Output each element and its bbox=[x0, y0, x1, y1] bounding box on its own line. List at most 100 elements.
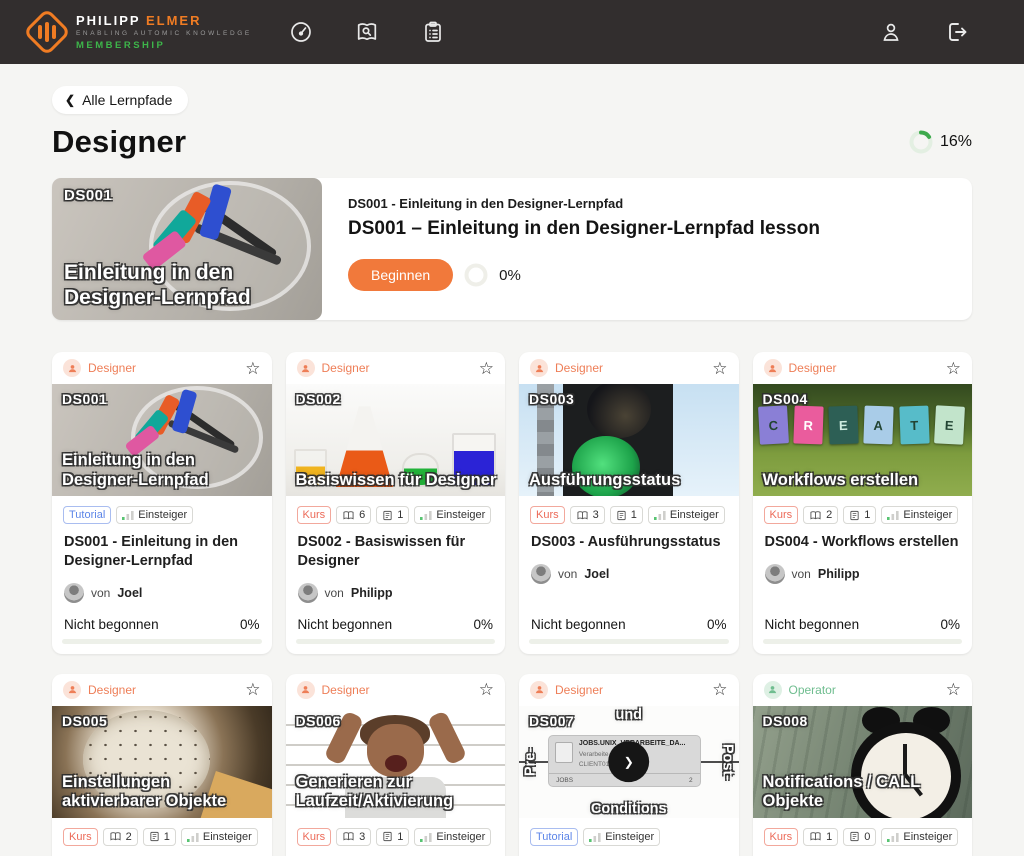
featured-title: DS001 – Einleitung in den Designer-Lernp… bbox=[348, 218, 946, 240]
course-card-ds004[interactable]: Designer ☆ C R E A T E DS004 Workflows e… bbox=[753, 352, 973, 654]
course-card-ds006[interactable]: Designer ☆ DS006 Generieren zur Laufzeit… bbox=[286, 674, 506, 856]
lessons-count: 3 bbox=[359, 831, 365, 843]
course-caption-overlay: Workflows erstellen bbox=[763, 471, 965, 490]
document-icon bbox=[149, 831, 160, 842]
favorite-star-icon[interactable]: ☆ bbox=[712, 681, 727, 698]
level-chip: Einsteiger bbox=[648, 506, 725, 524]
art-letter-tile: C bbox=[758, 406, 788, 446]
course-thumbnail[interactable]: JOBS.UNIX_VERARBEITE_DA... Verarbeite D.… bbox=[519, 706, 739, 818]
card-meta: Tutorial Einsteiger bbox=[519, 818, 739, 846]
progress-bar bbox=[529, 639, 729, 644]
course-code-overlay: DS006 bbox=[296, 713, 341, 729]
course-title-link[interactable]: DS003 - Ausführungsstatus bbox=[531, 533, 727, 552]
course-thumbnail[interactable]: DS001 Einleitung in den Designer-Lernpfa… bbox=[52, 384, 272, 496]
course-card-ds008[interactable]: Operator ☆ DS008 Notifications / CALL Ob… bbox=[753, 674, 973, 856]
course-thumbnail[interactable]: DS008 Notifications / CALL Objekte bbox=[753, 706, 973, 818]
author-name: Philipp bbox=[351, 586, 393, 600]
brand-name-last: ELMER bbox=[146, 13, 202, 28]
status-label: Nicht begonnen bbox=[765, 617, 860, 632]
type-tag: Kurs bbox=[297, 506, 332, 524]
job-node-type: JOBS bbox=[556, 777, 573, 784]
logout-icon[interactable] bbox=[944, 19, 970, 45]
status-label: Nicht begonnen bbox=[64, 617, 159, 632]
course-thumbnail[interactable]: DS003 Ausführungsstatus bbox=[519, 384, 739, 496]
progress-label: 0% bbox=[473, 617, 493, 632]
course-card-ds003[interactable]: Designer ☆ DS003 Ausführungsstatus Kurs … bbox=[519, 352, 739, 654]
favorite-star-icon[interactable]: ☆ bbox=[479, 681, 494, 698]
card-meta: Kurs 2 1 Einsteiger bbox=[52, 818, 272, 846]
category-avatar-icon bbox=[297, 681, 315, 699]
progress-label: 0% bbox=[940, 617, 960, 632]
caption-part-bottom: Conditions bbox=[591, 801, 667, 817]
type-tag: Kurs bbox=[764, 506, 799, 524]
course-thumbnail[interactable]: DS002 Basiswissen für Designer bbox=[286, 384, 506, 496]
art-shape bbox=[427, 711, 467, 766]
course-code-overlay: DS001 bbox=[62, 391, 107, 407]
favorite-star-icon[interactable]: ☆ bbox=[712, 360, 727, 377]
course-card-ds001[interactable]: Designer ☆ DS001 Einleitung in den Desig… bbox=[52, 352, 272, 654]
course-card-ds002[interactable]: Designer ☆ DS002 Basiswissen für Designe… bbox=[286, 352, 506, 654]
level-bars-icon bbox=[187, 832, 199, 842]
account-user-icon[interactable] bbox=[878, 19, 904, 45]
art-letter-tile: T bbox=[899, 406, 929, 445]
category-avatar-icon bbox=[530, 359, 548, 377]
nav-icon-group bbox=[288, 19, 446, 45]
course-code-overlay: DS003 bbox=[529, 391, 574, 407]
book-icon bbox=[809, 510, 822, 521]
course-card-ds005[interactable]: Designer ☆ DS005 Einstellungen aktivierb… bbox=[52, 674, 272, 856]
progress-bar bbox=[763, 639, 963, 644]
course-thumbnail[interactable]: C R E A T E DS004 Workflows erstellen bbox=[753, 384, 973, 496]
level-chip: Einsteiger bbox=[181, 828, 258, 846]
level-label: Einsteiger bbox=[436, 831, 485, 843]
card-header: Operator ☆ bbox=[753, 674, 973, 706]
course-code-overlay: DS002 bbox=[296, 391, 341, 407]
caption-part-top: und bbox=[615, 707, 642, 723]
course-title-link[interactable]: DS001 - Einleitung in den Designer-Lernp… bbox=[64, 533, 260, 571]
favorite-star-icon[interactable]: ☆ bbox=[479, 360, 494, 377]
category-avatar-icon bbox=[764, 681, 782, 699]
course-card-ds007[interactable]: Designer ☆ JOBS.UNIX_VERARBEITE_DA... Ve… bbox=[519, 674, 739, 856]
begin-button[interactable]: Beginnen bbox=[348, 259, 453, 291]
art-shape bbox=[385, 755, 407, 772]
brand-logo[interactable]: PHILIPP ELMER ENABLING AUTOMIC KNOWLEDGE… bbox=[30, 13, 252, 51]
course-title-link[interactable]: DS002 - Basiswissen für Designer bbox=[298, 533, 494, 571]
featured-eyebrow: DS001 - Einleitung in den Designer-Lernp… bbox=[348, 196, 946, 211]
caption-part-left: Pre- bbox=[522, 735, 538, 788]
level-bars-icon bbox=[420, 510, 432, 520]
top-navbar: PHILIPP ELMER ENABLING AUTOMIC KNOWLEDGE… bbox=[0, 0, 1024, 64]
author-avatar bbox=[298, 583, 318, 603]
art-shape bbox=[587, 384, 651, 438]
favorite-star-icon[interactable]: ☆ bbox=[946, 681, 961, 698]
level-label: Einsteiger bbox=[605, 831, 654, 843]
course-thumbnail[interactable]: DS006 Generieren zur Laufzeit/Aktivierun… bbox=[286, 706, 506, 818]
level-label: Einsteiger bbox=[670, 509, 719, 521]
level-bars-icon bbox=[887, 832, 899, 842]
dashboard-gauge-icon[interactable] bbox=[288, 19, 314, 45]
favorite-star-icon[interactable]: ☆ bbox=[245, 360, 260, 377]
category-label: Operator bbox=[789, 683, 836, 697]
docs-count: 1 bbox=[397, 509, 403, 521]
course-title-link[interactable]: DS004 - Workflows erstellen bbox=[765, 533, 961, 552]
card-header: Designer ☆ bbox=[519, 674, 739, 706]
course-thumbnail[interactable]: DS005 Einstellungen aktivierbarer Objekt… bbox=[52, 706, 272, 818]
favorite-star-icon[interactable]: ☆ bbox=[946, 360, 961, 377]
status-label: Nicht begonnen bbox=[531, 617, 626, 632]
course-caption-overlay: Generieren zur Laufzeit/Aktivierung bbox=[296, 773, 498, 812]
level-label: Einsteiger bbox=[138, 509, 187, 521]
author-row: von Philipp bbox=[765, 564, 961, 584]
book-icon bbox=[576, 510, 589, 521]
docs-chip: 1 bbox=[610, 506, 643, 524]
course-search-icon[interactable] bbox=[354, 19, 380, 45]
clipboard-list-icon[interactable] bbox=[420, 19, 446, 45]
docs-chip: 0 bbox=[843, 828, 876, 846]
progress-bar bbox=[296, 639, 496, 644]
type-tag: Tutorial bbox=[530, 828, 578, 846]
favorite-star-icon[interactable]: ☆ bbox=[245, 681, 260, 698]
card-meta: Kurs 2 1 Einsteiger bbox=[753, 496, 973, 524]
featured-thumbnail[interactable]: DS001 Einleitung in den Designer-Lernpfa… bbox=[52, 178, 322, 320]
card-footer: Nicht begonnen 0% bbox=[753, 603, 973, 638]
back-to-learning-paths-button[interactable]: ❮ Alle Lernpfade bbox=[52, 86, 188, 114]
lessons-chip: 3 bbox=[570, 506, 605, 524]
overall-progress: 16% bbox=[909, 130, 972, 154]
course-caption-overlay: Basiswissen für Designer bbox=[296, 471, 498, 490]
